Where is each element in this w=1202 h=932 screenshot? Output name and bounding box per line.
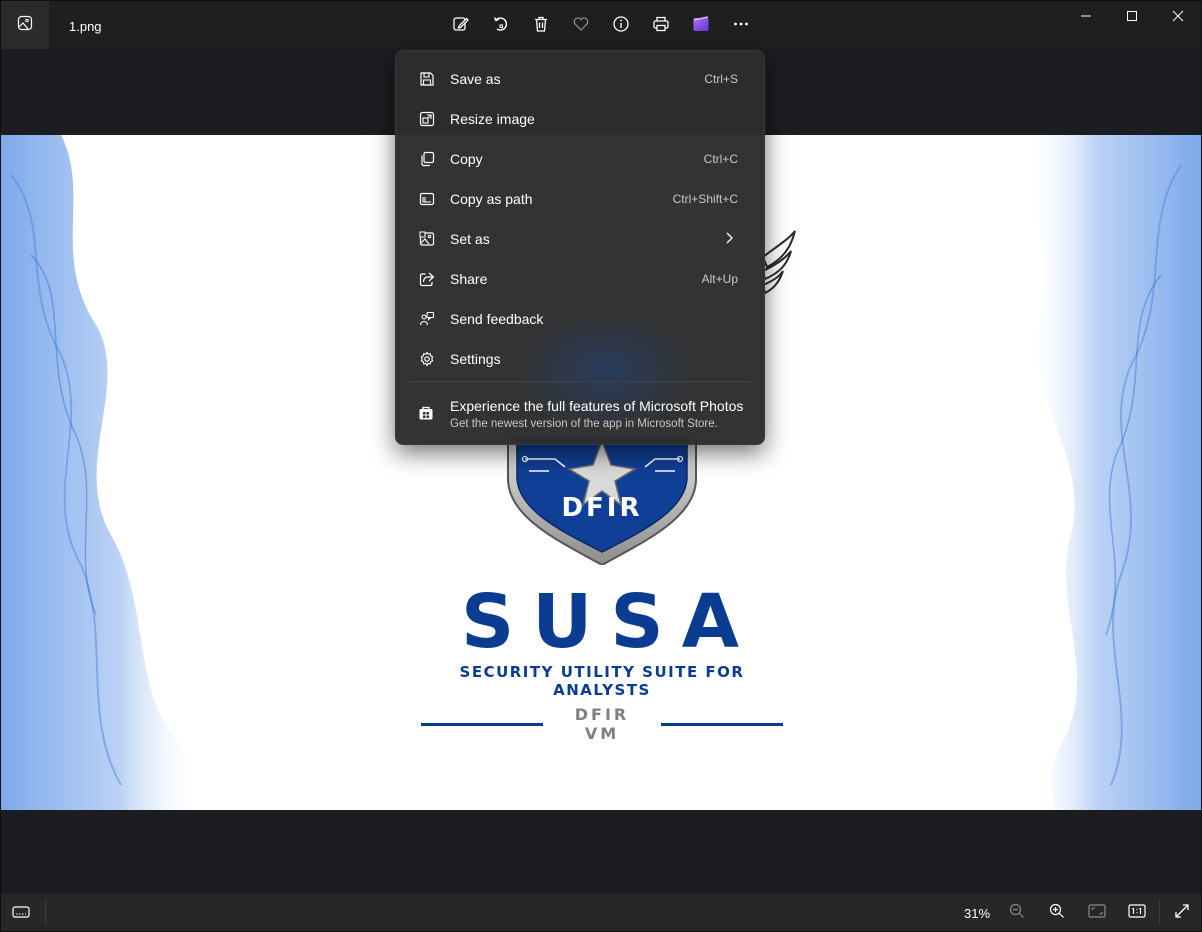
resize-icon bbox=[418, 110, 436, 128]
menu-item-settings[interactable]: Settings bbox=[402, 341, 758, 377]
file-name: 1.png bbox=[69, 19, 102, 34]
filmstrip-icon bbox=[11, 906, 31, 924]
menu-item-microsoft-photos-promo[interactable]: Experience the full features of Microsof… bbox=[402, 391, 758, 439]
menu-item-copy[interactable]: Copy Ctrl+C bbox=[402, 141, 758, 177]
edit-icon bbox=[452, 15, 470, 38]
store-icon bbox=[418, 405, 436, 423]
share-icon bbox=[418, 270, 436, 288]
image-toolbar bbox=[441, 7, 761, 45]
menu-item-label: Share bbox=[450, 271, 488, 287]
tagline-bar-left bbox=[421, 722, 543, 726]
blue-smoke-left bbox=[1, 135, 201, 810]
close-button[interactable] bbox=[1155, 1, 1201, 35]
chevron-right-icon bbox=[724, 231, 734, 250]
photos-app-icon bbox=[17, 15, 33, 36]
maximize-button[interactable] bbox=[1109, 1, 1155, 35]
zoom-in-icon bbox=[1049, 903, 1065, 924]
delete-button[interactable] bbox=[521, 7, 561, 45]
maximize-icon bbox=[1126, 9, 1138, 27]
menu-divider bbox=[410, 381, 750, 382]
status-divider bbox=[1159, 900, 1160, 924]
full-screen-button[interactable] bbox=[1171, 902, 1193, 924]
tagline-bar-right bbox=[661, 722, 783, 726]
menu-item-set-as[interactable]: Set as bbox=[402, 221, 758, 257]
edit-button[interactable] bbox=[441, 7, 481, 45]
filmstrip-toggle-button[interactable] bbox=[11, 904, 31, 925]
favorite-icon bbox=[572, 15, 590, 38]
susa-logo-text: SUSA SECURITY UTILITY SUITE FOR ANALYSTS… bbox=[421, 585, 783, 743]
save-icon bbox=[418, 70, 436, 88]
info-button[interactable] bbox=[601, 7, 641, 45]
copy-icon bbox=[418, 150, 436, 168]
wing-graphic bbox=[761, 230, 796, 295]
clipchamp-icon bbox=[692, 15, 710, 38]
fit-to-window-icon bbox=[1088, 903, 1106, 923]
gear-icon bbox=[418, 350, 436, 368]
menu-item-label: Send feedback bbox=[450, 311, 544, 327]
fit-to-window-button[interactable] bbox=[1086, 902, 1108, 924]
menu-item-send-feedback[interactable]: Send feedback bbox=[402, 301, 758, 337]
menu-item-label: Resize image bbox=[450, 111, 535, 127]
status-divider bbox=[45, 900, 46, 924]
title-bar: 1.png bbox=[1, 1, 1201, 49]
menu-item-label: Set as bbox=[450, 231, 490, 247]
print-icon bbox=[652, 15, 670, 38]
promo-subtitle: Get the newest version of the app in Mic… bbox=[450, 418, 718, 430]
menu-item-shortcut: Ctrl+C bbox=[703, 152, 738, 166]
minimize-button[interactable] bbox=[1063, 1, 1109, 35]
full-screen-icon bbox=[1174, 903, 1190, 924]
photos-window: 1.png DFIR SUSA SECURITY UTILITY SUITE F… bbox=[0, 0, 1202, 932]
menu-item-label: Save as bbox=[450, 71, 501, 87]
shield-text: DFIR bbox=[561, 493, 643, 523]
more-options-button[interactable] bbox=[721, 7, 761, 45]
menu-item-share[interactable]: Share Alt+Up bbox=[402, 261, 758, 297]
clipchamp-button[interactable] bbox=[681, 7, 721, 45]
actual-size-icon bbox=[1128, 903, 1146, 923]
menu-item-label: Copy bbox=[450, 151, 483, 167]
rotate-button[interactable] bbox=[481, 7, 521, 45]
window-controls bbox=[1063, 1, 1201, 35]
more-options-menu: Save as Ctrl+S Resize image Copy Ctrl+C … bbox=[395, 50, 765, 445]
menu-item-copy-as-path[interactable]: Copy as path Ctrl+Shift+C bbox=[402, 181, 758, 217]
info-icon bbox=[612, 15, 630, 38]
promo-title: Experience the full features of Microsof… bbox=[450, 398, 744, 414]
susa-subtitle: SECURITY UTILITY SUITE FOR ANALYSTS bbox=[459, 663, 745, 699]
delete-icon bbox=[532, 15, 550, 38]
menu-item-shortcut: Ctrl+Shift+C bbox=[672, 192, 738, 206]
zoom-in-button[interactable] bbox=[1046, 902, 1068, 924]
print-button[interactable] bbox=[641, 7, 681, 45]
menu-item-save-as[interactable]: Save as Ctrl+S bbox=[402, 61, 758, 97]
blue-smoke-right bbox=[1026, 135, 1201, 810]
close-icon bbox=[1172, 9, 1184, 27]
copy-path-icon bbox=[418, 190, 436, 208]
feedback-icon bbox=[418, 310, 436, 328]
susa-title: SUSA bbox=[461, 579, 757, 665]
susa-tagline: DFIR VM bbox=[574, 705, 630, 743]
zoom-out-icon bbox=[1009, 903, 1025, 924]
more-icon bbox=[732, 15, 750, 38]
rotate-icon bbox=[492, 15, 510, 38]
actual-size-button[interactable] bbox=[1126, 902, 1148, 924]
status-bar: 31% bbox=[1, 894, 1201, 931]
zoom-level[interactable]: 31% bbox=[964, 906, 990, 921]
zoom-out-button[interactable] bbox=[1006, 902, 1028, 924]
susa-tagline-row: DFIR VM bbox=[421, 705, 783, 743]
minimize-icon bbox=[1080, 9, 1092, 27]
gallery-button[interactable] bbox=[1, 1, 49, 49]
menu-item-resize-image[interactable]: Resize image bbox=[402, 101, 758, 137]
menu-item-shortcut: Ctrl+S bbox=[704, 72, 738, 86]
favorite-button[interactable] bbox=[561, 7, 601, 45]
set-as-icon bbox=[418, 230, 436, 248]
menu-item-label: Settings bbox=[450, 351, 501, 367]
menu-item-shortcut: Alt+Up bbox=[701, 272, 738, 286]
menu-item-label: Copy as path bbox=[450, 191, 533, 207]
